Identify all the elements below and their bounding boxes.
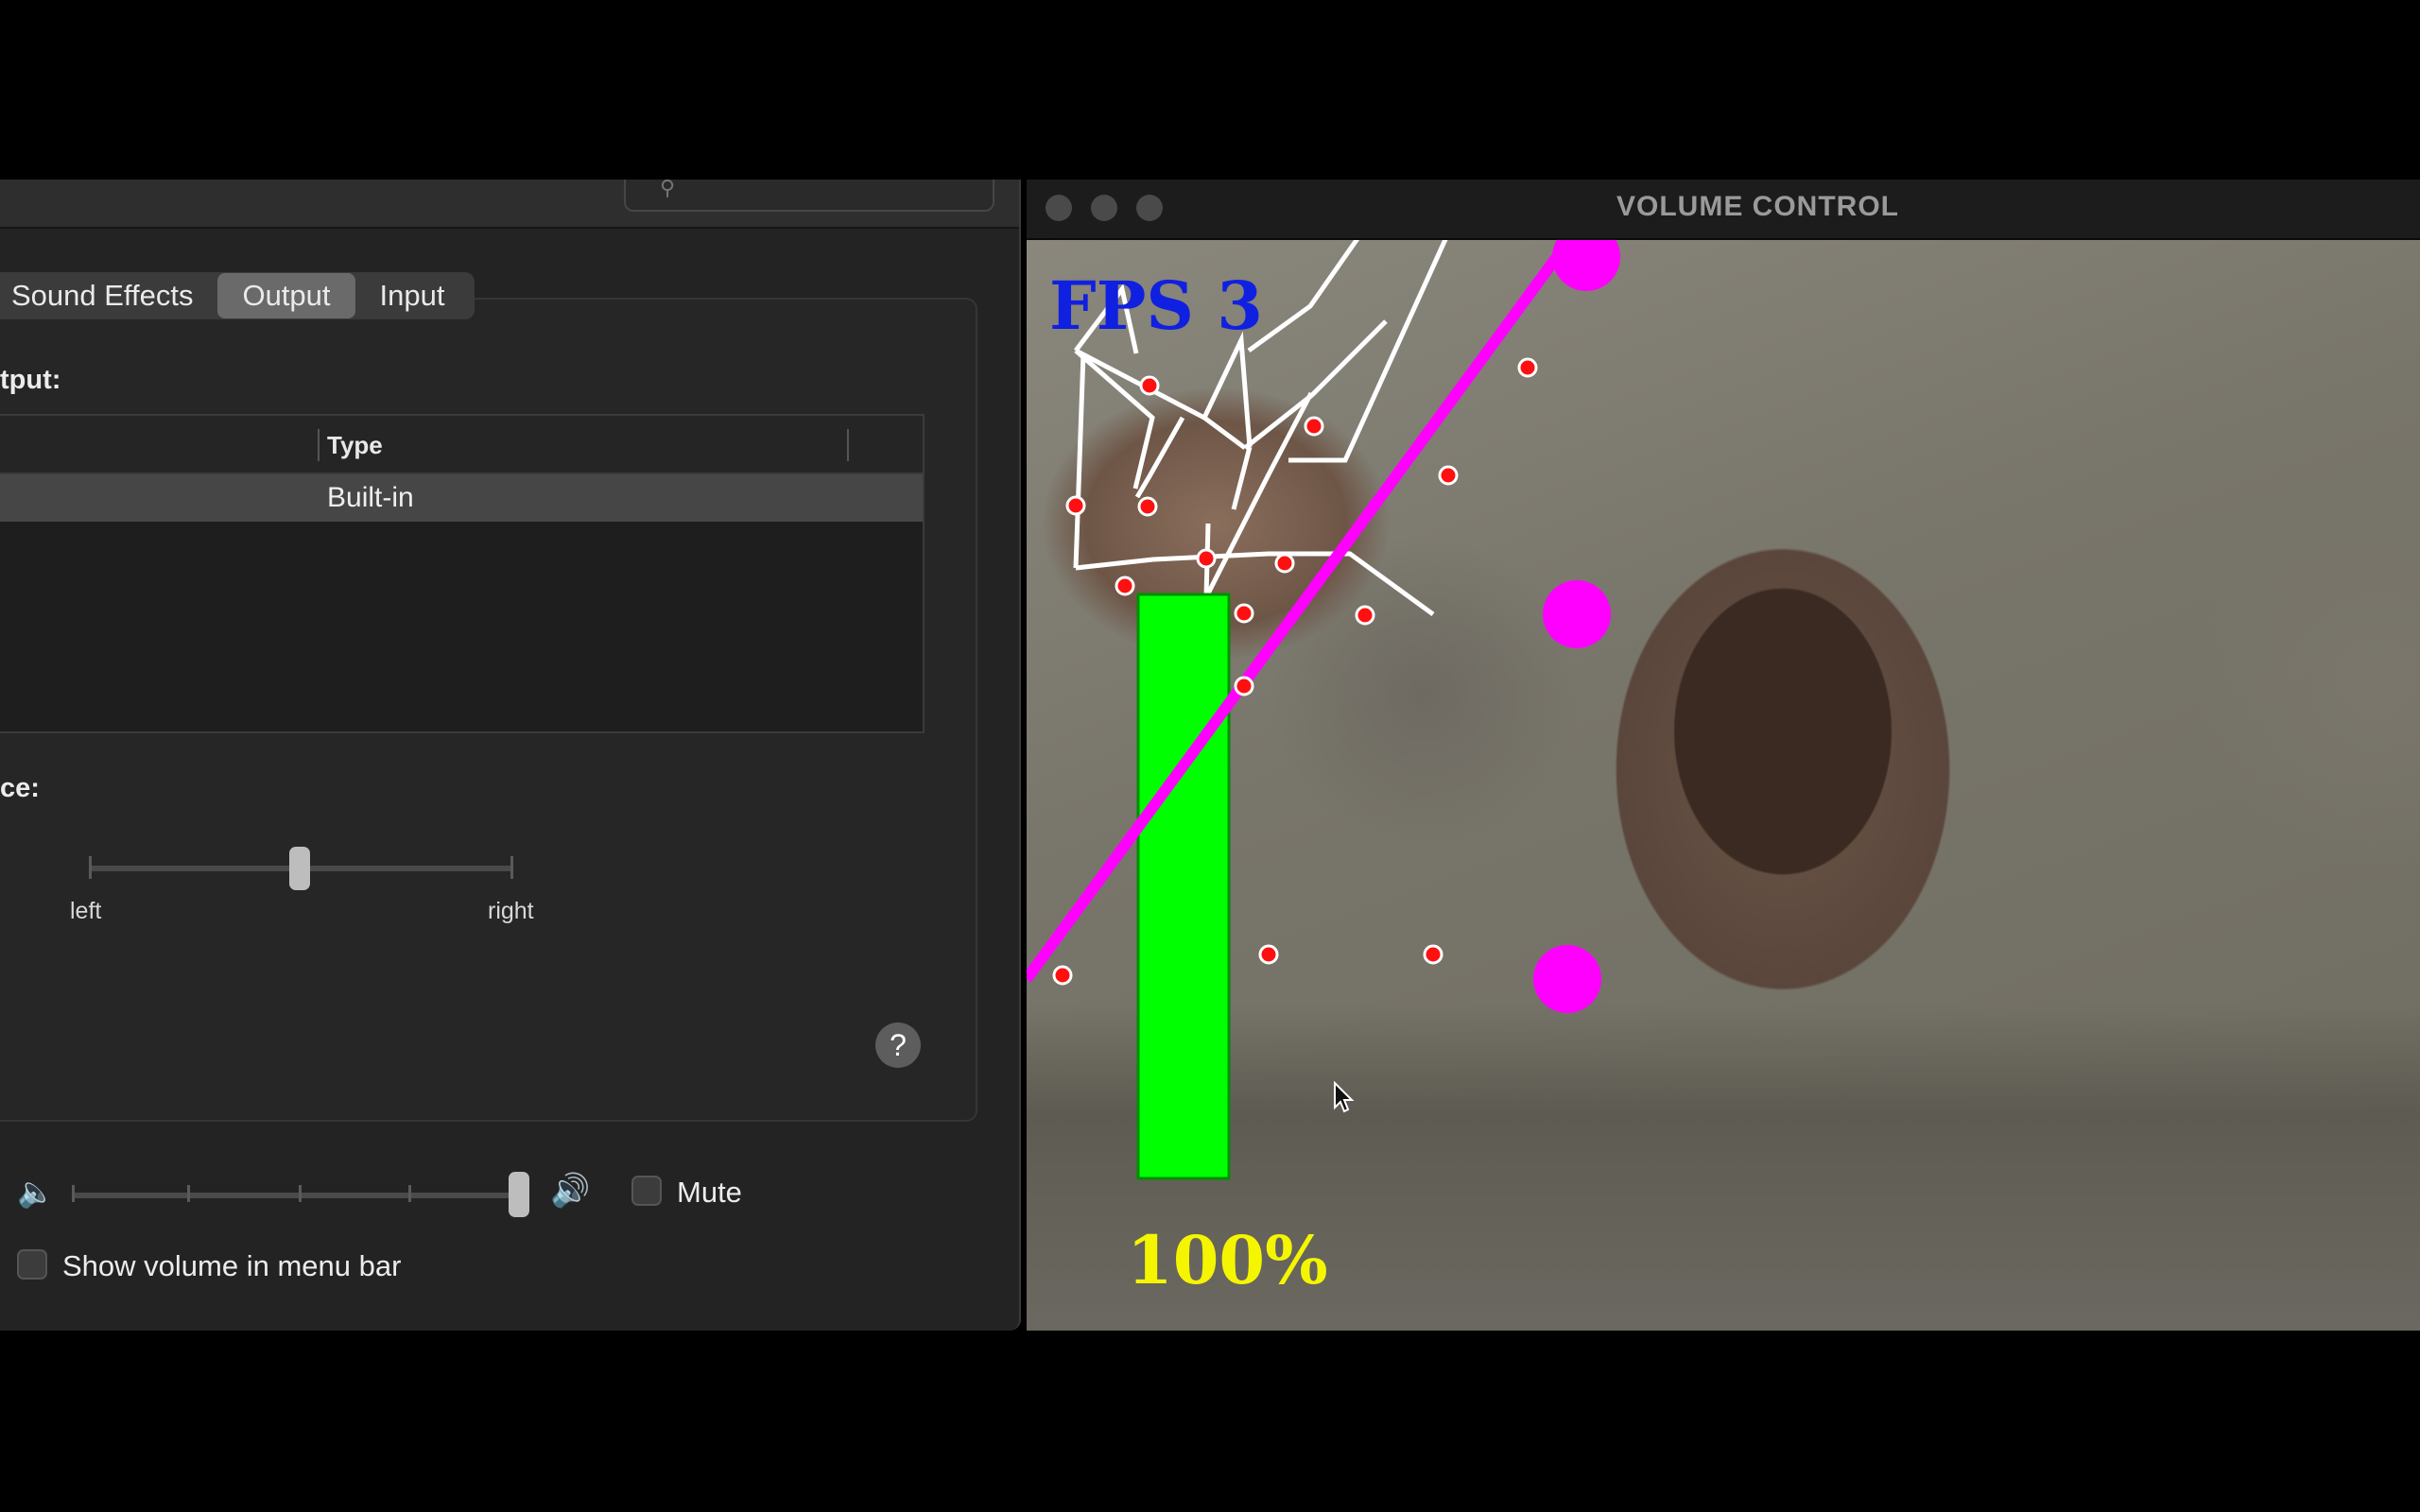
column-header-type[interactable]: Type (327, 431, 383, 460)
window-title: VOLUME CONTROL (1616, 191, 1899, 222)
volume-window-titlebar: VOLUME CONTROL (1027, 180, 2420, 240)
landmark-point (1234, 676, 1254, 696)
landmark-point (1423, 944, 1443, 965)
landmark-point (1438, 465, 1459, 486)
volume-percent-readout: 100% (1127, 1221, 1328, 1299)
row-type-cell: Built-in (327, 482, 414, 513)
balance-tick (89, 856, 92, 879)
tab-sound-effects[interactable]: Sound Effects (0, 273, 217, 318)
show-volume-label[interactable]: Show volume in menu bar (62, 1249, 401, 1283)
mute-label[interactable]: Mute (677, 1176, 742, 1210)
volume-tick (72, 1185, 75, 1202)
landmark-point (1304, 416, 1324, 437)
landmark-chain (1243, 393, 1314, 450)
index-tip-marker (1552, 240, 1620, 291)
output-volume-thumb[interactable] (509, 1172, 529, 1217)
volume-tick (408, 1185, 411, 1202)
camera-feed: FPS 3 100% (1027, 240, 2420, 1331)
output-device-table[interactable]: Type Built-in (0, 414, 925, 733)
landmark-point (1355, 605, 1375, 626)
balance-slider-thumb[interactable] (289, 847, 310, 890)
balance-right-label: right (488, 898, 534, 924)
landmark-point (1274, 553, 1295, 574)
landmark-chain (1310, 319, 1388, 397)
minimize-window-button[interactable] (1091, 195, 1117, 221)
landmark-chain (1074, 348, 1247, 451)
help-button[interactable]: ? (875, 1022, 921, 1068)
mute-checkbox[interactable] (631, 1176, 662, 1206)
volume-bar (1136, 593, 1231, 1180)
output-volume-slider[interactable] (72, 1193, 522, 1198)
landmark-point (1517, 357, 1538, 378)
pinch-midpoint-marker (1543, 580, 1611, 648)
hand-landmarks (1052, 357, 1538, 986)
speaker-high-icon: 🔊 (550, 1173, 591, 1209)
tab-input[interactable]: Input (355, 273, 470, 318)
search-icon: ⚲ (660, 180, 676, 199)
tab-output[interactable]: Output (217, 273, 355, 318)
column-divider[interactable] (847, 429, 849, 461)
landmark-point (1137, 496, 1158, 517)
fps-readout: FPS 3 (1049, 266, 1263, 345)
landmark-point (1065, 495, 1086, 516)
landmark-point (1052, 965, 1073, 986)
zoom-window-button[interactable] (1136, 195, 1163, 221)
close-window-button[interactable] (1046, 195, 1072, 221)
landmark-point (1234, 603, 1254, 624)
sound-window-titlebar: ⚲ (0, 180, 1019, 229)
column-divider[interactable] (318, 429, 320, 461)
landmark-chain (1231, 446, 1253, 510)
table-header: Type (0, 416, 923, 474)
hand-tracking-overlay (1027, 240, 1620, 1180)
landmark-chain (1203, 391, 1314, 599)
landmark-point (1196, 548, 1217, 569)
search-field[interactable]: ⚲ (624, 180, 994, 212)
segmented-tabs: Sound Effects Output Input (0, 272, 475, 319)
balance-tick (510, 856, 513, 879)
landmark-chain (1247, 240, 1360, 353)
landmark-point (1139, 375, 1160, 396)
thumb-tip-marker (1533, 945, 1601, 1013)
volume-tick (299, 1185, 302, 1202)
mouse-cursor-icon (1334, 1081, 1355, 1113)
sound-preferences-window: ⚲ Sound Effects Output Input tput: Type … (0, 180, 1021, 1331)
speaker-low-icon: 🔈 (17, 1175, 55, 1209)
pinch-line (1027, 240, 1574, 983)
landmark-chain (1073, 352, 1086, 569)
show-volume-checkbox[interactable] (17, 1249, 47, 1280)
balance-label: ce: (0, 773, 40, 803)
output-device-heading: tput: (0, 365, 61, 395)
landmark-point (1258, 944, 1279, 965)
landmark-point (1115, 576, 1135, 596)
volume-tick (187, 1185, 190, 1202)
volume-control-window: VOLUME CONTROL FPS 3 100% (1027, 180, 2420, 1331)
landmark-chain (1201, 331, 1253, 448)
table-row[interactable]: Built-in (0, 474, 923, 522)
balance-left-label: left (70, 898, 102, 924)
